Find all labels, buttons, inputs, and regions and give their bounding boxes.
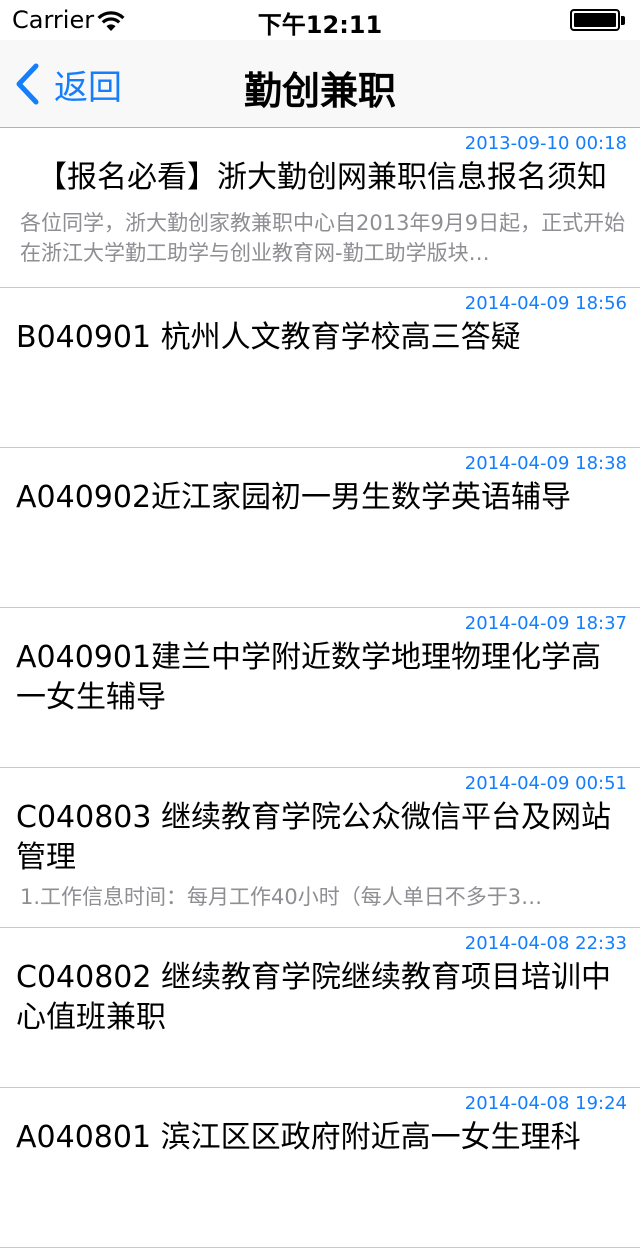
- page-title: 勤创兼职: [243, 69, 396, 113]
- navigation-bar: 返回 勤创兼职: [0, 40, 640, 128]
- list-item[interactable]: 2013-09-10 00:18 【报名必看】浙大勤创网兼职信息报名须知 各位同…: [0, 128, 640, 288]
- job-list: 2013-09-10 00:18 【报名必看】浙大勤创网兼职信息报名须知 各位同…: [0, 128, 640, 1248]
- item-summary: 1.工作信息时间：每月工作40小时（每人单日不多于3…: [20, 885, 543, 909]
- item-date: 2014-04-09 18:56: [464, 293, 627, 314]
- list-item[interactable]: 2014-04-09 18:56 B040901 杭州人文教育学校高三答疑: [0, 288, 640, 448]
- item-title: A040902近江家园初一男生数学英语辅导: [16, 480, 572, 515]
- item-date: 2014-04-08 19:24: [464, 1093, 627, 1114]
- item-title: C040802 继续教育学院继续教育项目培训中心值班兼职: [16, 960, 612, 1035]
- battery-icon: [570, 9, 628, 33]
- item-date: 2014-04-08 22:33: [464, 933, 627, 954]
- item-summary: 各位同学，浙大勤创家教兼职中心自2013年9月9日起，正式开始在浙江大学勤工助学…: [20, 211, 626, 265]
- list-item[interactable]: 2014-04-08 19:24 A040801 滨江区区政府附近高一女生理科: [0, 1088, 640, 1248]
- list-item[interactable]: 2014-04-08 22:33 C040802 继续教育学院继续教育项目培训中…: [0, 928, 640, 1088]
- item-title: C040803 继续教育学院公众微信平台及网站管理: [16, 800, 612, 875]
- item-title: 【报名必看】浙大勤创网兼职信息报名须知: [37, 160, 607, 195]
- item-title: A040801 滨江区区政府附近高一女生理科: [16, 1120, 581, 1155]
- item-date: 2014-04-09 18:38: [464, 453, 627, 474]
- status-bar: Carrier 下午12:11: [0, 0, 640, 40]
- status-time: 下午12:11: [257, 11, 383, 39]
- list-item[interactable]: 2014-04-09 00:51 C040803 继续教育学院公众微信平台及网站…: [0, 768, 640, 928]
- item-title: A040901建兰中学附近数学地理物理化学高一女生辅导: [16, 640, 602, 715]
- list-item[interactable]: 2014-04-09 18:38 A040902近江家园初一男生数学英语辅导: [0, 448, 640, 608]
- item-title: B040901 杭州人文教育学校高三答疑: [16, 320, 521, 355]
- item-date: 2014-04-09 18:37: [464, 613, 627, 634]
- item-date: 2013-09-10 00:18: [464, 133, 627, 154]
- list-item[interactable]: 2014-04-09 18:37 A040901建兰中学附近数学地理物理化学高一…: [0, 608, 640, 768]
- item-date: 2014-04-09 00:51: [464, 773, 627, 794]
